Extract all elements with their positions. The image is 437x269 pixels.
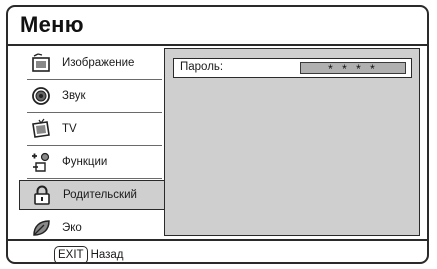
menu-item-label: TV [62,123,77,135]
back-label: Назад [90,249,124,261]
footer-divider [8,239,427,241]
menu-item-label: Родительский [63,189,137,201]
menu-divider [27,145,162,146]
menu-item-sound[interactable]: Звук [19,81,164,111]
menu-item-parental[interactable]: Родительский [19,180,164,210]
parental-content-panel: Пароль: * * * * [164,48,420,236]
menu-sidebar: Изображение Звук TV Функции Родительский… [19,48,164,236]
menu-item-label: Функции [62,156,108,168]
menu-item-picture[interactable]: Изображение [19,48,164,78]
menu-divider [27,112,162,113]
eco-leaf-icon [30,217,52,239]
menu-item-label: Изображение [62,57,135,69]
menu-item-features[interactable]: Функции [19,147,164,177]
exit-key-button[interactable]: EXIT [54,246,88,262]
menu-title: Меню [20,12,84,37]
password-input[interactable]: * * * * [300,62,406,75]
password-row[interactable]: Пароль: * * * * [173,58,412,78]
menu-panel: Меню Изображение Звук TV Функции Родител… [6,5,429,264]
padlock-icon [31,184,53,206]
menu-item-label: Звук [62,90,86,102]
menu-item-tv[interactable]: TV [19,114,164,144]
features-icon [30,151,52,173]
title-divider [8,44,427,46]
speaker-icon [30,85,52,107]
menu-item-label: Эко [62,222,82,234]
tv-icon [30,118,52,140]
menu-divider [27,178,162,179]
footer-hint: EXIT Назад [54,246,124,262]
picture-icon [30,52,52,74]
menu-divider [27,79,162,80]
password-label: Пароль: [180,61,224,73]
